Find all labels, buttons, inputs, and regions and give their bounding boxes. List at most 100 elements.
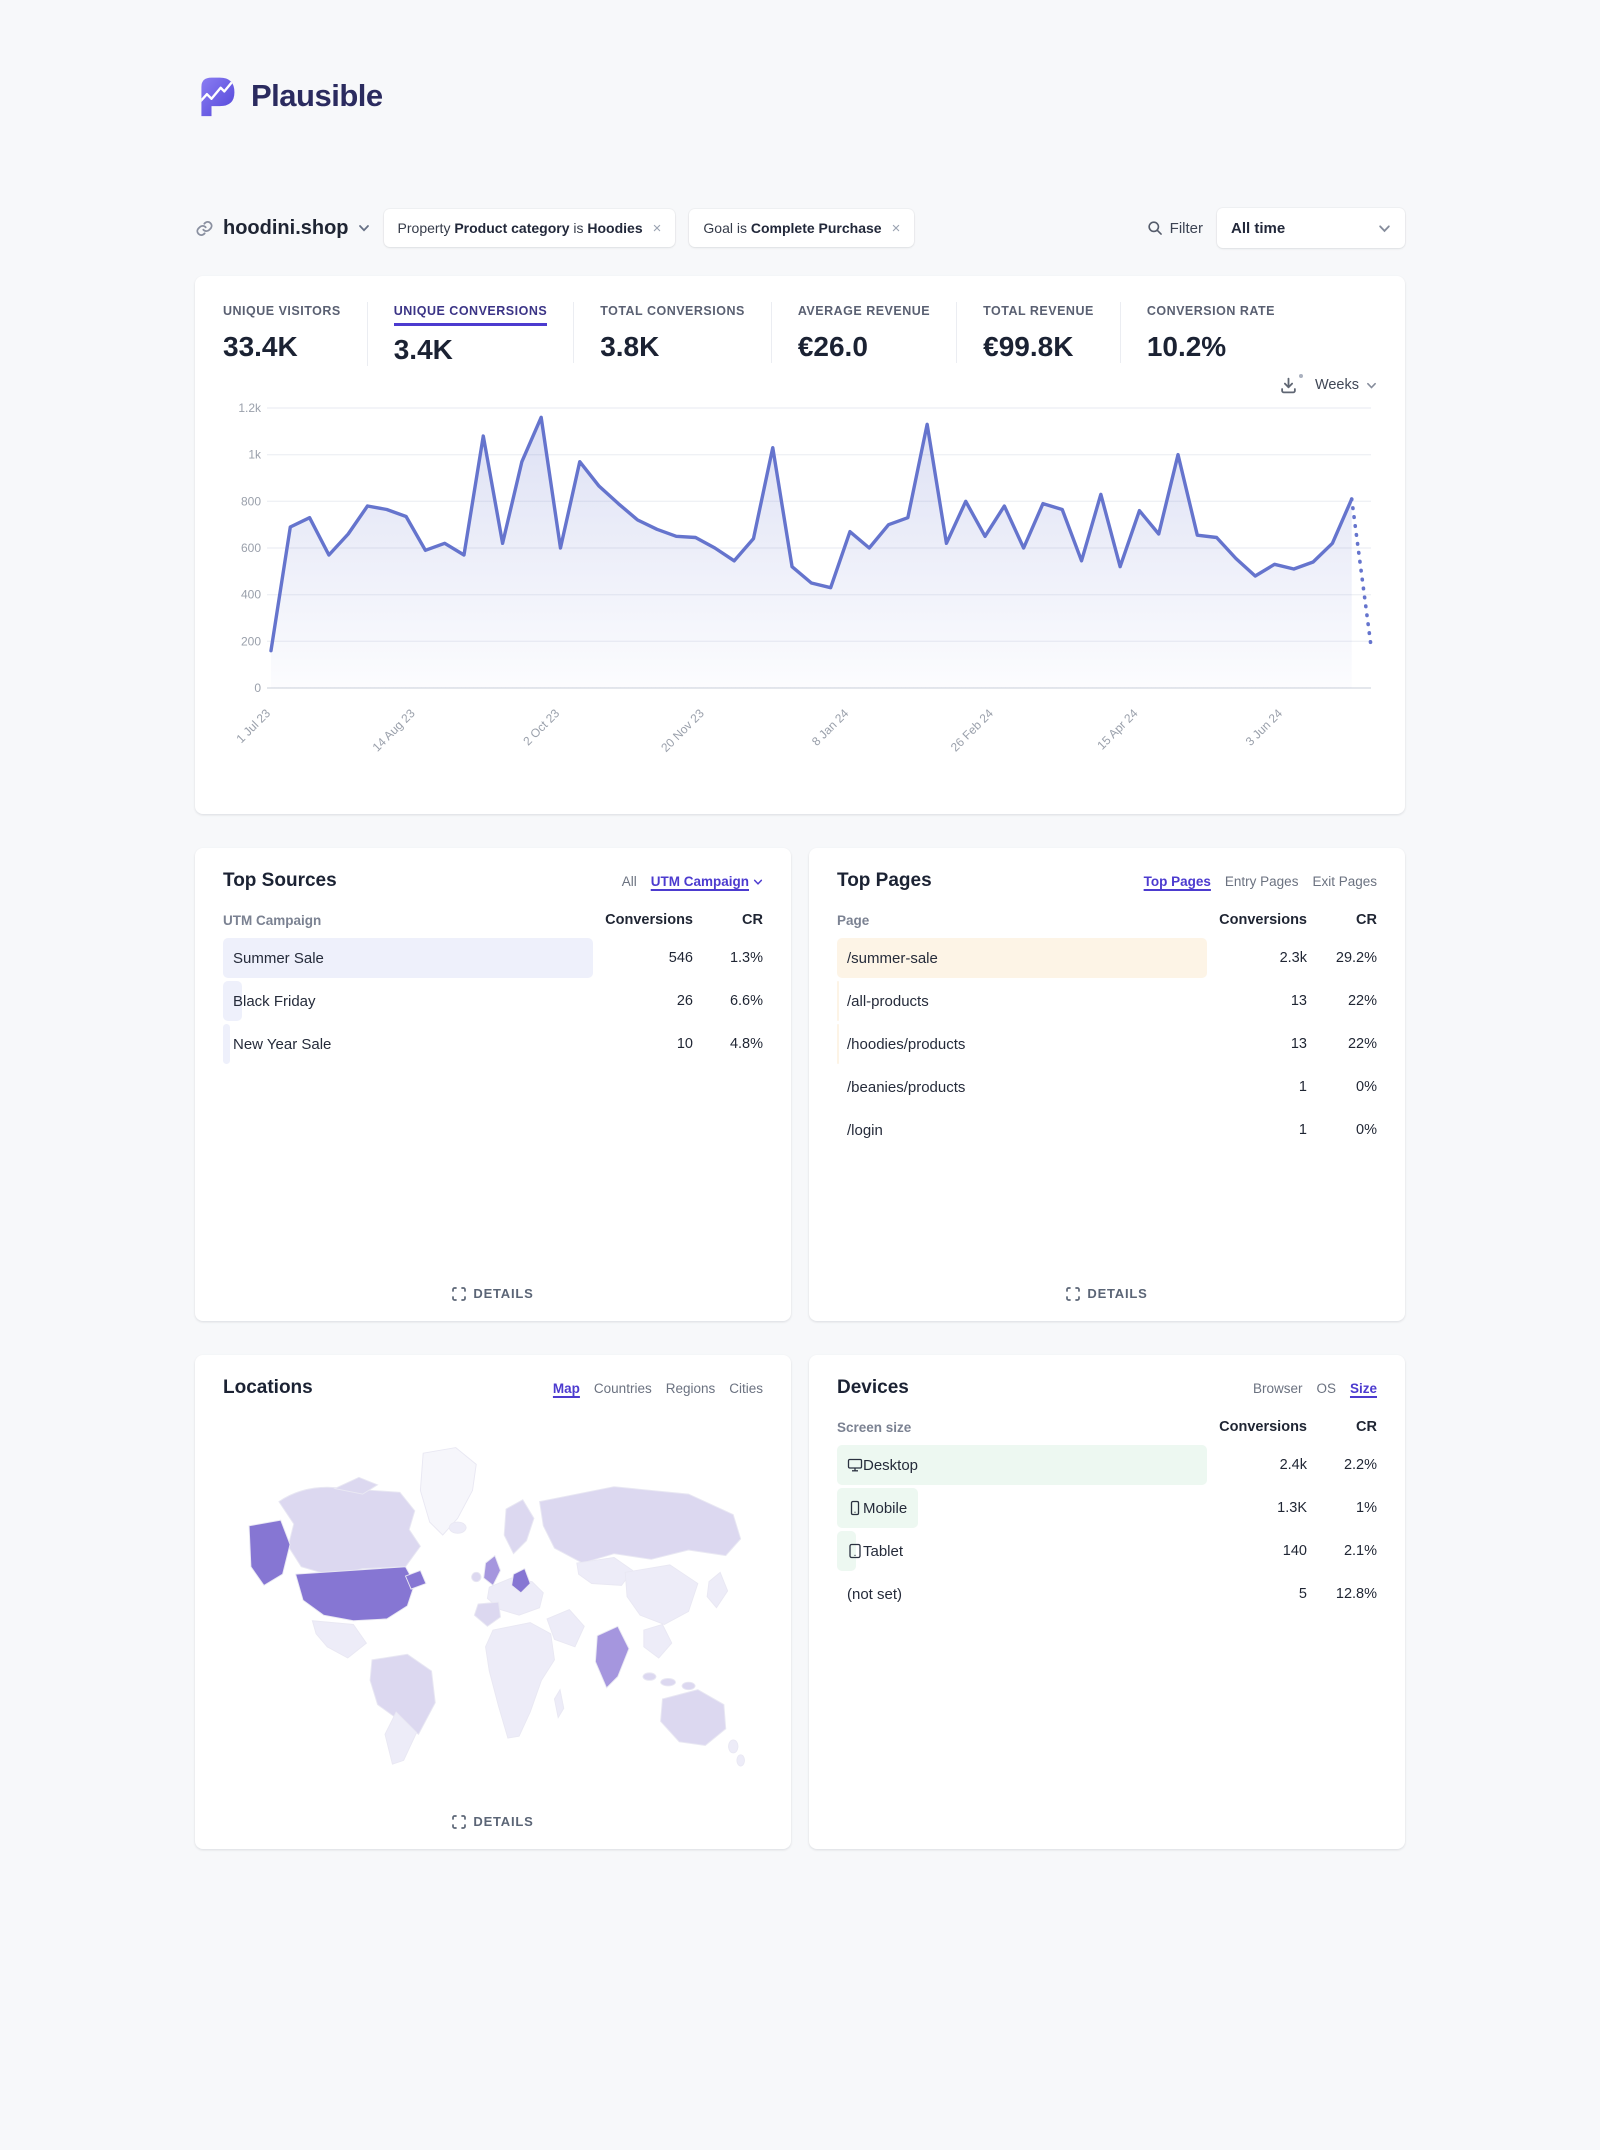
metric-conversion-rate[interactable]: CONVERSION RATE 10.2%	[1120, 302, 1301, 363]
svg-text:14 Aug 23: 14 Aug 23	[370, 706, 418, 754]
expand-icon	[452, 1815, 466, 1829]
top-pages-card: Top Pages Top Pages Entry Pages Exit Pag…	[809, 848, 1405, 1321]
filter-label: Filter	[1170, 220, 1203, 237]
table-row[interactable]: Black Friday 266.6%	[223, 981, 763, 1021]
table-row[interactable]: /summer-sale 2.3k29.2%	[837, 938, 1377, 978]
remove-filter-icon[interactable]: ×	[653, 221, 662, 236]
tab-countries[interactable]: Countries	[594, 1381, 652, 1396]
tab-map[interactable]: Map	[553, 1381, 580, 1396]
site-name: hoodini.shop	[223, 217, 349, 240]
svg-text:400: 400	[241, 588, 261, 602]
plausible-logo-icon	[195, 74, 239, 118]
card-title: Locations	[223, 1377, 313, 1399]
search-icon	[1147, 220, 1163, 236]
brand-name: Plausible	[251, 78, 383, 114]
expand-icon	[1066, 1287, 1080, 1301]
svg-text:3 Jun 24: 3 Jun 24	[1243, 706, 1286, 749]
table-header: Page Conversions CR	[837, 912, 1377, 928]
expand-icon	[452, 1287, 466, 1301]
devices-card: Devices Browser OS Size Screen size Conv…	[809, 1355, 1405, 1849]
details-button[interactable]: DETAILS	[452, 1808, 533, 1831]
app-header: Plausible	[195, 72, 1405, 120]
chevron-down-icon	[1378, 222, 1391, 235]
date-range-value: All time	[1231, 220, 1285, 237]
download-button[interactable]	[1280, 377, 1297, 394]
filter-pill-goal[interactable]: Goal is Complete Purchase ×	[689, 209, 914, 247]
svg-text:20 Nov 23: 20 Nov 23	[658, 706, 707, 755]
svg-text:2 Oct 23: 2 Oct 23	[520, 706, 562, 748]
metrics-row: UNIQUE VISITORS 33.4K UNIQUE CONVERSIONS…	[223, 302, 1377, 366]
metric-unique-visitors[interactable]: UNIQUE VISITORS 33.4K	[223, 302, 367, 363]
remove-filter-icon[interactable]: ×	[892, 221, 901, 236]
table-row[interactable]: Mobile 1.3K1%	[837, 1488, 1377, 1528]
svg-text:1.2k: 1.2k	[238, 401, 262, 415]
tab-top-pages[interactable]: Top Pages	[1144, 874, 1211, 889]
download-icon	[1280, 377, 1297, 394]
filter-button[interactable]: Filter	[1147, 220, 1203, 237]
tablet-icon	[847, 1543, 863, 1559]
tab-size[interactable]: Size	[1350, 1381, 1377, 1396]
top-pages-tabs: Top Pages Entry Pages Exit Pages	[1144, 874, 1377, 889]
metric-average-revenue[interactable]: AVERAGE REVENUE €26.0	[771, 302, 956, 363]
table-row[interactable]: /beanies/products 10%	[837, 1067, 1377, 1107]
chevron-down-icon	[358, 222, 370, 234]
table-row[interactable]: Tablet 1402.1%	[837, 1531, 1377, 1571]
tab-utm-campaign[interactable]: UTM Campaign	[651, 874, 763, 889]
svg-text:0: 0	[254, 681, 261, 695]
devices-tabs: Browser OS Size	[1253, 1381, 1377, 1396]
table-row[interactable]: /hoodies/products 1322%	[837, 1024, 1377, 1064]
svg-text:26 Feb 24: 26 Feb 24	[948, 706, 996, 754]
metric-total-revenue[interactable]: TOTAL REVENUE €99.8K	[956, 302, 1120, 363]
tab-exit-pages[interactable]: Exit Pages	[1312, 874, 1377, 889]
svg-text:15 Apr 24: 15 Apr 24	[1094, 706, 1140, 752]
pill-text: Goal is Complete Purchase	[703, 220, 881, 236]
svg-text:600: 600	[241, 541, 261, 555]
details-button[interactable]: DETAILS	[452, 1280, 533, 1303]
table-row[interactable]: /all-products 1322%	[837, 981, 1377, 1021]
conversions-area-chart[interactable]: 0 200 400 600 800 1k 1.2k 1 Jul 23 14 Aug 23 2 Oc…	[223, 398, 1377, 770]
tab-entry-pages[interactable]: Entry Pages	[1225, 874, 1299, 889]
link-icon	[195, 219, 214, 238]
svg-text:800: 800	[241, 494, 261, 508]
filter-pill-property[interactable]: Property Product category is Hoodies ×	[384, 209, 676, 247]
tab-browser[interactable]: Browser	[1253, 1381, 1303, 1396]
table-header: Screen size Conversions CR	[837, 1419, 1377, 1435]
locations-tabs: Map Countries Regions Cities	[553, 1381, 763, 1396]
desktop-icon	[847, 1457, 863, 1473]
top-sources-card: Top Sources All UTM Campaign UTM Campaig…	[195, 848, 791, 1321]
mobile-icon	[847, 1500, 863, 1516]
svg-text:1k: 1k	[248, 448, 262, 462]
interval-value: Weeks	[1315, 377, 1359, 393]
world-map[interactable]	[223, 1430, 763, 1778]
tab-all[interactable]: All	[622, 874, 637, 889]
card-title: Devices	[837, 1377, 909, 1399]
chevron-down-icon	[1366, 380, 1377, 391]
card-title: Top Sources	[223, 870, 337, 892]
dashboard: Plausible hoodini.shop Property Product …	[195, 0, 1405, 1849]
locations-card: Locations Map Countries Regions Cities	[195, 1355, 791, 1849]
chevron-down-icon	[753, 877, 763, 887]
table-row[interactable]: (not set) 512.8%	[837, 1574, 1377, 1614]
metric-total-conversions[interactable]: TOTAL CONVERSIONS 3.8K	[573, 302, 771, 363]
metric-unique-conversions[interactable]: UNIQUE CONVERSIONS 3.4K	[367, 302, 573, 366]
table-row[interactable]: Desktop 2.4k2.2%	[837, 1445, 1377, 1485]
date-range-select[interactable]: All time	[1217, 208, 1405, 248]
table-row[interactable]: Summer Sale 5461.3%	[223, 938, 763, 978]
svg-text:1 Jul 23: 1 Jul 23	[234, 706, 274, 746]
table-header: UTM Campaign Conversions CR	[223, 912, 763, 928]
svg-text:200: 200	[241, 634, 261, 648]
tab-regions[interactable]: Regions	[666, 1381, 716, 1396]
top-sources-tabs: All UTM Campaign	[622, 874, 763, 889]
details-button[interactable]: DETAILS	[1066, 1280, 1147, 1303]
filter-bar: hoodini.shop Property Product category i…	[195, 208, 1405, 248]
card-title: Top Pages	[837, 870, 932, 892]
visitors-chart-card: UNIQUE VISITORS 33.4K UNIQUE CONVERSIONS…	[195, 276, 1405, 814]
svg-text:8 Jan 24: 8 Jan 24	[809, 706, 852, 749]
table-row[interactable]: New Year Sale 104.8%	[223, 1024, 763, 1064]
site-switcher[interactable]: hoodini.shop	[195, 217, 370, 240]
tab-os[interactable]: OS	[1316, 1381, 1336, 1396]
chart-controls: Weeks	[223, 372, 1377, 398]
interval-select[interactable]: Weeks	[1315, 377, 1377, 393]
tab-cities[interactable]: Cities	[729, 1381, 763, 1396]
table-row[interactable]: /login 10%	[837, 1110, 1377, 1150]
